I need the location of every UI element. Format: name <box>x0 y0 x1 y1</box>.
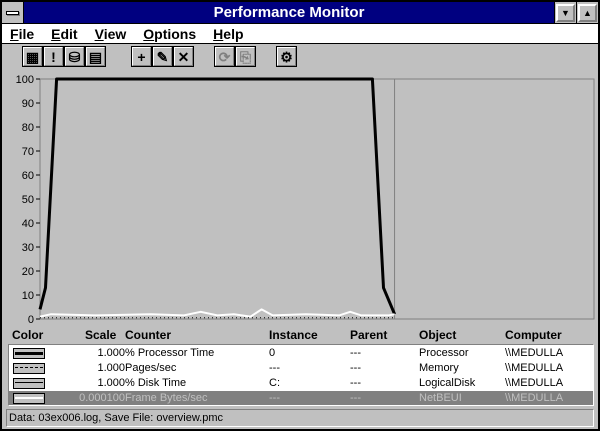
legend-cell-scale: 1.000 <box>97 377 125 389</box>
menu-file[interactable]: File <box>10 26 34 42</box>
legend-cell-counter: % Disk Time <box>125 377 187 389</box>
delete-counter-button[interactable]: ✕ <box>173 46 194 67</box>
legend-cell-instance: 0 <box>269 347 276 359</box>
y-tick-label: 60 <box>22 170 34 182</box>
system-menu-icon <box>6 10 19 15</box>
edit-counter-icon: ✎ <box>156 48 169 65</box>
system-menu-button[interactable] <box>2 2 24 23</box>
alert-view-button[interactable]: ! <box>43 46 64 67</box>
plot-frame <box>39 78 595 320</box>
update-now-icon: ⟳ <box>218 48 231 65</box>
legend-cell-counter: Pages/sec <box>125 362 177 374</box>
delete-counter-icon: ✕ <box>177 48 190 65</box>
legend-color-swatch <box>13 363 45 374</box>
y-tick-label: 20 <box>22 266 34 278</box>
options-icon: ⚙ <box>280 48 293 65</box>
performance-chart: 1009080706050403020100 <box>16 74 595 324</box>
title-bar[interactable]: Performance Monitor ▼ ▲ <box>2 2 598 24</box>
add-counter-button[interactable]: + <box>131 46 152 67</box>
legend-cell-object: NetBEUI <box>419 392 462 404</box>
menu-edit[interactable]: Edit <box>51 26 77 42</box>
maximize-button[interactable]: ▲ <box>576 2 598 23</box>
y-tick-label: 40 <box>22 218 34 230</box>
y-tick-label: 100 <box>16 74 34 86</box>
legend-header: Color Scale Counter Instance Parent Obje… <box>2 326 598 344</box>
legend-cell-scale: 1.000 <box>97 362 125 374</box>
legend-list[interactable]: 1.000% Processor Time 0 --- Processor \\MEDU… <box>8 344 594 406</box>
y-tick-label: 10 <box>22 290 34 302</box>
options-button[interactable]: ⚙ <box>276 46 297 67</box>
legend-cell-instance: --- <box>269 392 280 404</box>
legend-cell-scale: 1.000 <box>97 347 125 359</box>
legend-color-swatch <box>13 378 45 389</box>
performance-monitor-window: Performance Monitor ▼ ▲ File Edit View O… <box>0 0 600 431</box>
legend-cell-counter: % Processor Time <box>125 347 215 359</box>
legend-line-sample <box>15 397 43 399</box>
legend-cell-computer: \\MEDULLA <box>505 392 564 404</box>
window-title: Performance Monitor <box>213 4 365 21</box>
y-tick-label: 80 <box>22 122 34 134</box>
legend-line-sample <box>15 352 43 355</box>
legend-header-parent: Parent <box>350 328 388 342</box>
legend-header-counter: Counter <box>125 328 171 342</box>
y-tick-label: 50 <box>22 194 34 206</box>
report-view-icon: ▤ <box>88 48 103 65</box>
legend-cell-computer: \\MEDULLA <box>505 377 564 389</box>
legend-header-instance: Instance <box>269 328 318 342</box>
legend-cell-parent: --- <box>350 377 361 389</box>
legend-cell-counter: Frame Bytes/sec <box>125 392 208 404</box>
menu-bar: File Edit View Options Help <box>2 24 598 44</box>
update-now-button[interactable]: ⟳ <box>214 46 235 67</box>
edit-counter-button[interactable]: ✎ <box>152 46 173 67</box>
minimize-button[interactable]: ▼ <box>554 2 576 23</box>
legend-header-color: Color <box>12 328 44 342</box>
legend-cell-computer: \\MEDULLA <box>505 347 564 359</box>
chart-view-button[interactable]: ▦ <box>22 46 43 67</box>
status-bar: Data: 03ex006.log, Save File: overview.p… <box>6 409 594 427</box>
legend-cell-computer: \\MEDULLA <box>505 362 564 374</box>
triangle-up-icon: ▲ <box>583 7 592 18</box>
legend-line-sample <box>15 382 43 383</box>
y-tick-label: 0 <box>28 314 34 324</box>
alert-view-icon: ! <box>51 48 56 65</box>
legend-row[interactable]: 1.000 Pages/sec --- --- Memory \\MEDULLA <box>9 361 593 375</box>
y-tick-label: 30 <box>22 242 34 254</box>
chart-view-icon: ▦ <box>25 48 40 65</box>
legend-cell-instance: --- <box>269 362 280 374</box>
legend-color-swatch <box>13 393 45 404</box>
toolbar: ▦ ! ⛁ ▤ + ✎ ✕ ⟳ ⎘ ⚙ <box>2 45 598 69</box>
y-tick-label: 90 <box>22 98 34 110</box>
legend-cell-object: Memory <box>419 362 459 374</box>
log-view-button[interactable]: ⛁ <box>64 46 85 67</box>
log-view-icon: ⛁ <box>68 48 81 65</box>
report-view-button[interactable]: ▤ <box>85 46 106 67</box>
legend-row[interactable]: 1.000% Disk Time C: --- LogicalDisk \\MEDULL… <box>9 376 593 390</box>
legend-row[interactable]: 1.000% Processor Time 0 --- Processor \\MEDU… <box>9 346 593 360</box>
legend-color-swatch <box>13 348 45 359</box>
legend-cell-parent: --- <box>350 362 361 374</box>
legend-cell-parent: --- <box>350 392 361 404</box>
triangle-down-icon: ▼ <box>561 7 570 18</box>
add-counter-icon: + <box>137 48 146 65</box>
chart-area: 100 90 80 70 60 50 40 30 20 10 0 <box>4 72 596 324</box>
legend-cell-object: LogicalDisk <box>419 377 476 389</box>
legend-cell-instance: C: <box>269 377 280 389</box>
bookmark-button[interactable]: ⎘ <box>235 46 256 67</box>
legend-cell-object: Processor <box>419 347 469 359</box>
menu-help[interactable]: Help <box>213 26 243 42</box>
legend-row[interactable]: 0.000100 Frame Bytes/sec --- --- NetBEUI \\ME… <box>9 391 593 405</box>
legend-header-scale: Scale <box>85 328 117 342</box>
legend-header-object: Object <box>419 328 457 342</box>
menu-options[interactable]: Options <box>143 26 196 42</box>
bookmark-icon: ⎘ <box>239 48 252 65</box>
legend-line-sample <box>15 367 43 368</box>
legend-cell-parent: --- <box>350 347 361 359</box>
legend-header-computer: Computer <box>505 328 562 342</box>
y-tick-label: 70 <box>22 146 34 158</box>
legend-cell-scale: 0.000100 <box>79 392 125 404</box>
menu-view[interactable]: View <box>95 26 127 42</box>
